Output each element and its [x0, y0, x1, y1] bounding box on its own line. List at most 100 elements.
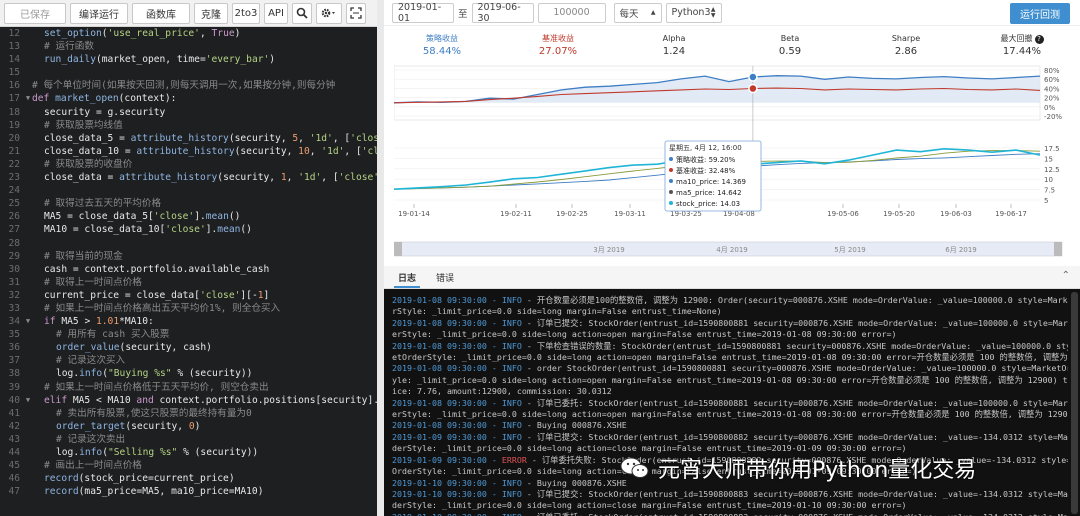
code-line[interactable]: 33 # 如果上一时间点价格高出五天平均价1%, 则全仓买入	[0, 302, 377, 315]
x-axis-tick-label: 19-06-17	[995, 210, 1027, 218]
log-level: INFO	[502, 512, 522, 516]
code-line[interactable]: 17 ▼ def market_open(context):	[0, 92, 377, 105]
fullscreen-icon[interactable]	[346, 2, 366, 24]
code-line[interactable]: 45 # 画出上一时间点价格	[0, 459, 377, 472]
code-line[interactable]: 14 run_daily(market_open, time='every_bar…	[0, 53, 377, 66]
code-line[interactable]: 38 log.info("Buying %s" % (security))	[0, 367, 377, 380]
search-icon[interactable]	[292, 2, 312, 24]
code-line[interactable]: 37 # 记录这次买入	[0, 354, 377, 367]
log-message: - 订单已委托: StockOrder(entrust_id=159080088…	[521, 397, 1068, 408]
tab-log[interactable]: 日志	[398, 271, 416, 284]
log-message: - order StockOrder(entrust_id=1590800881…	[521, 363, 1068, 374]
panel-splitter[interactable]	[377, 0, 384, 516]
code-text: order_value(security, cash)	[56, 342, 212, 354]
code-line[interactable]: 40 ▼ elif MA5 < MA10 and context.portfolio…	[0, 394, 377, 407]
code-line[interactable]: 22 # 获取股票的收盘价	[0, 158, 377, 171]
code-line[interactable]: 23 close_data = attribute_history(securit…	[0, 171, 377, 184]
clone-button[interactable]: 克隆	[194, 2, 228, 24]
log-timestamp: 2019-01-10 09:30:00 -	[392, 512, 502, 516]
code-line[interactable]: 15	[0, 66, 377, 79]
code-area[interactable]: 12 set_option('use_real_price', True) 13 # …	[0, 27, 377, 516]
line-number: 37	[8, 355, 20, 367]
code-line[interactable]: 35 # 用所有 cash 买入股票	[0, 328, 377, 341]
end-date-input[interactable]: 2019-06-30	[471, 2, 534, 24]
fold-toggle-icon[interactable]: ▼	[24, 92, 32, 105]
line-number: 44	[8, 447, 20, 458]
line-number: 22	[8, 158, 20, 170]
metric-0: 策略收益 58.44%	[384, 33, 500, 61]
code-line[interactable]: 27 MA10 = close_data_10['close'].mean()	[0, 223, 377, 236]
log-line: 2019-01-08 09:30:00 - INFO - 开仓数量必须是100的…	[392, 295, 1068, 306]
frequency-value: 每天	[619, 8, 639, 20]
code-line[interactable]: 39 # 如果上一时间点价格低于五天平均价, 则空仓卖出	[0, 381, 377, 394]
log-timestamp: 2019-01-08 09:30:00 -	[392, 317, 502, 328]
code-line[interactable]: 28	[0, 237, 377, 250]
code-line[interactable]: 13 # 运行函数	[0, 40, 377, 53]
python-version-value: Python3	[671, 7, 711, 18]
2to3-button[interactable]: 2to3	[232, 2, 260, 24]
expand-icon[interactable]: ⌃	[1062, 270, 1070, 281]
code-line[interactable]: 26 MA5 = close_data_5['close'].mean()	[0, 210, 377, 223]
code-line[interactable]: 32 current_price = close_data['close'][-1…	[0, 289, 377, 302]
capital-input[interactable]: 100000	[537, 2, 606, 23]
code-text: # 获取股票的收盘价	[44, 158, 133, 170]
code-line[interactable]: 29 # 取得当前的现金	[0, 250, 377, 263]
code-line[interactable]: 31 # 取得上一时间点价格	[0, 276, 377, 289]
code-line[interactable]: 18 security = g.security	[0, 106, 377, 119]
run-backtest-button[interactable]: 运行回测	[1010, 3, 1070, 24]
fold-toggle-icon	[24, 276, 32, 289]
tab-error[interactable]: 错误	[436, 271, 454, 284]
api-button[interactable]: API	[264, 2, 288, 24]
code-line[interactable]: 34 ▼ if MA5 > 1.01*MA10:	[0, 315, 377, 328]
code-line[interactable]: 30 cash = context.portfolio.available_cas…	[0, 263, 377, 276]
line-number: 12	[8, 28, 20, 39]
code-line[interactable]: 16 # 每个单位时间(如果按天回测,则每天调用一次,如果按分钟,则每分钟	[0, 79, 377, 92]
code-line[interactable]: 43 # 记录这次卖出	[0, 433, 377, 446]
code-line[interactable]: 12 set_option('use_real_price', True)	[0, 27, 377, 40]
fold-toggle-icon	[24, 341, 32, 354]
fold-toggle-icon	[24, 184, 32, 197]
code-line[interactable]: 47 record(ma5_price=MA5, ma10_price=MA10)	[0, 485, 377, 498]
fold-toggle-icon	[24, 472, 32, 485]
log-scrollbar[interactable]	[1071, 292, 1078, 514]
code-line[interactable]: 25 # 取得过去五天的平均价格	[0, 197, 377, 210]
log-level: INFO	[501, 488, 522, 499]
save-button[interactable]: 已保存	[4, 2, 66, 24]
code-line[interactable]: 46 record(stock_price=current_price)	[0, 472, 377, 485]
code-line[interactable]: 20 close_data_5 = attribute_history(secur…	[0, 132, 377, 145]
code-line[interactable]: 42 order_target(security, 0)	[0, 420, 377, 433]
line-number: 23	[8, 172, 20, 184]
fold-toggle-icon	[24, 197, 32, 210]
y-axis-tick-label: 60%	[1044, 76, 1060, 84]
python-version-select[interactable]: Python3 ▲ ▼	[665, 2, 722, 23]
code-text: if MA5 > 1.01*MA10:	[44, 316, 154, 328]
code-text: log.info("Selling %s" % (security))	[56, 447, 259, 458]
fold-toggle-icon[interactable]: ▼	[24, 394, 32, 407]
y-axis-tick-label: 12.5	[1044, 166, 1060, 174]
returns-chart[interactable]: 80% 60% 40% 20% 0% -20% 17.5 15 12.5 10 7.5 5 19-01-…	[393, 62, 1078, 257]
code-line[interactable]: 24	[0, 184, 377, 197]
wechat-icon	[620, 457, 649, 478]
metric-value: 58.44%	[422, 46, 462, 57]
code-line[interactable]: 19 # 获取股票均线值	[0, 119, 377, 132]
help-icon[interactable]: ?	[1034, 35, 1044, 44]
function-library-button[interactable]: 函数库	[132, 2, 190, 24]
gear-icon[interactable]	[316, 2, 342, 24]
fold-toggle-icon[interactable]: ▼	[24, 315, 32, 328]
fold-toggle-icon	[24, 433, 32, 446]
x-axis-tick-label: 19-01-14	[398, 210, 430, 218]
frequency-select[interactable]: 每天 ▲	[613, 2, 662, 23]
fold-toggle-icon	[24, 40, 32, 53]
compile-run-button[interactable]: 编译运行	[70, 2, 128, 24]
line-number: 36	[8, 342, 20, 354]
code-line[interactable]: 21 close_data_10 = attribute_history(secu…	[0, 145, 377, 158]
log-message: - 订单已提交: StockOrder(entrust_id=159080088…	[521, 431, 1068, 442]
line-number: 16	[8, 80, 20, 92]
code-line[interactable]: 36 order_value(security, cash)	[0, 341, 377, 354]
code-line[interactable]: 41 # 卖出所有股票,使这只股票的最终持有量为0	[0, 407, 377, 420]
line-number: 21	[8, 145, 20, 157]
code-line[interactable]: 44 log.info("Selling %s" % (security))	[0, 446, 377, 459]
log-message: - Buying 000876.XSHE	[521, 477, 627, 488]
metric-value: 17.44%	[1002, 46, 1042, 57]
start-date-input[interactable]: 2019-01-01	[392, 2, 454, 24]
